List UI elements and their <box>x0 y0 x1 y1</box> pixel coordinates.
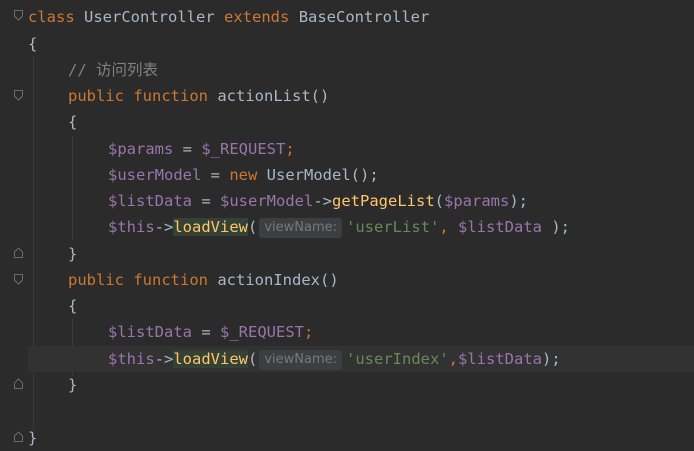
comment: // 访问列表 <box>68 61 158 79</box>
fold-end-marker-icon[interactable] <box>14 431 23 442</box>
this-variable: $this <box>108 218 155 236</box>
comma: , <box>439 218 459 236</box>
code-line-brace[interactable]: } <box>68 372 77 398</box>
code-line-class-declaration[interactable]: class UserController extends BaseControl… <box>28 4 429 30</box>
code-line-list-data[interactable]: $listData = $userModel->getPageList($par… <box>108 188 528 214</box>
call-end: (); <box>350 166 379 184</box>
code-line-comment[interactable]: // 访问列表 <box>68 57 158 83</box>
method-call: getPageList <box>332 192 435 210</box>
keyword: function <box>133 271 208 289</box>
variable: $params <box>444 192 510 210</box>
brace: } <box>68 245 78 263</box>
call-end: ); <box>542 350 561 368</box>
string-literal: 'userList' <box>346 218 440 236</box>
keyword: extends <box>224 8 290 26</box>
variable: $listData <box>458 218 543 236</box>
fold-marker-icon[interactable] <box>14 274 23 285</box>
indent-guide <box>33 56 34 430</box>
variable: $userModel <box>220 192 314 210</box>
comma: , <box>448 350 459 368</box>
method-call-highlighted: loadView <box>173 350 248 368</box>
keyword: public <box>68 271 124 289</box>
brace: } <box>28 429 38 447</box>
paren: ( <box>434 192 444 210</box>
this-variable: $this <box>108 350 155 368</box>
method-name: actionList <box>217 87 311 105</box>
parens: () <box>310 87 330 105</box>
code-line-load-view-list[interactable]: $this->loadView(viewName:'userList', $li… <box>108 214 570 240</box>
keyword: new <box>229 166 258 184</box>
brace: { <box>68 113 78 131</box>
keyword: public <box>68 87 124 105</box>
code-line-brace[interactable]: { <box>68 293 77 319</box>
code-line-params[interactable]: $params = $_REQUEST; <box>108 136 295 162</box>
class-name: UserModel <box>257 166 351 184</box>
parameter-hint: viewName: <box>259 218 343 238</box>
code-line-brace[interactable]: { <box>28 31 37 57</box>
parameter-hint: viewName: <box>259 350 343 370</box>
keyword: class <box>28 8 75 26</box>
variable: $_REQUEST <box>201 140 286 158</box>
fold-end-marker-icon[interactable] <box>14 378 23 389</box>
variable: $listData <box>108 323 192 341</box>
semicolon: ; <box>304 323 314 341</box>
call-end: ); <box>542 218 571 236</box>
paren: ( <box>248 350 258 368</box>
code-line-brace[interactable]: } <box>28 425 37 451</box>
paren: ( <box>248 218 258 236</box>
code-line-method-action-list[interactable]: public function actionList() <box>68 83 329 109</box>
method-call-highlighted: loadView <box>173 218 248 236</box>
brace: } <box>68 376 78 394</box>
fold-marker-icon[interactable] <box>14 10 23 21</box>
fold-marker-icon[interactable] <box>14 90 23 101</box>
operator: = <box>201 166 230 184</box>
arrow-operator: -> <box>154 350 174 368</box>
call-end: ); <box>509 192 528 210</box>
variable: $params <box>108 140 174 158</box>
code-line-load-view-index[interactable]: $this->loadView(viewName:'userIndex',$li… <box>108 346 561 372</box>
variable: $listData <box>108 192 192 210</box>
code-line-brace[interactable]: } <box>68 241 77 267</box>
class-name: UserController <box>84 8 215 26</box>
operator: = <box>173 140 202 158</box>
base-class-name: BaseController <box>298 8 430 26</box>
arrow-operator: -> <box>313 192 332 210</box>
code-line-user-model[interactable]: $userModel = new UserModel(); <box>108 162 379 188</box>
method-name: actionIndex <box>217 271 320 289</box>
variable: $listData <box>458 350 543 368</box>
indent-guide <box>72 136 73 240</box>
fold-end-marker-icon[interactable] <box>14 247 23 258</box>
brace: { <box>28 35 38 53</box>
string-literal: 'userIndex' <box>346 350 449 368</box>
variable: $userModel <box>108 166 202 184</box>
brace: { <box>68 297 78 315</box>
arrow-operator: -> <box>154 218 174 236</box>
variable: $_REQUEST <box>220 323 304 341</box>
code-line-method-action-index[interactable]: public function actionIndex() <box>68 267 339 293</box>
operator: = <box>192 192 220 210</box>
code-line-brace[interactable]: { <box>68 109 77 135</box>
parens: () <box>320 271 339 289</box>
code-line-list-data-request[interactable]: $listData = $_REQUEST; <box>108 319 313 345</box>
operator: = <box>192 323 220 341</box>
keyword: function <box>133 87 208 105</box>
semicolon: ; <box>285 140 295 158</box>
